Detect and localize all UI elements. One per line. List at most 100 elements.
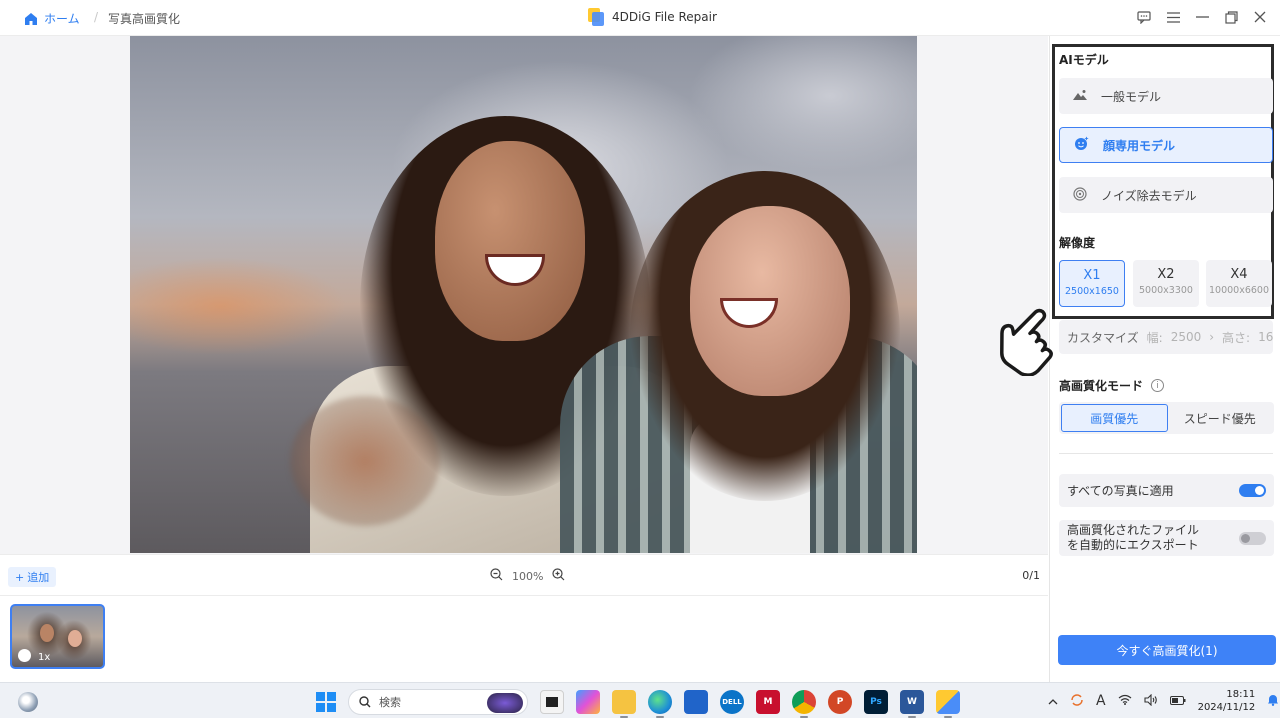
custom-label: カスタマイズ (1067, 330, 1139, 345)
chevron-up-icon[interactable] (1048, 694, 1058, 708)
resolution-x1-label: X1 (1083, 268, 1101, 283)
resolution-x1-size: 2500x1650 (1065, 286, 1119, 297)
mode-quality[interactable]: 画質優先 (1061, 404, 1168, 432)
resolution-x4[interactable]: X4 10000x6600 (1206, 260, 1272, 307)
feedback-icon[interactable] (1136, 9, 1152, 25)
chrome-icon[interactable] (792, 690, 816, 718)
system-tray: A 18:11 2024/11/12 (1048, 683, 1279, 718)
app-title-text: 4DDiG File Repair (612, 10, 717, 24)
minimize-icon[interactable] (1194, 9, 1210, 25)
width-input[interactable]: 2500 (1171, 330, 1202, 344)
resolution-x4-label: X4 (1230, 267, 1248, 282)
home-label: ホーム (44, 12, 80, 26)
search-icon (359, 696, 371, 708)
4ddig-taskbar-icon[interactable] (936, 690, 960, 718)
widgets-icon[interactable] (18, 692, 38, 712)
photo-thumbnail[interactable]: 1x (10, 604, 105, 669)
page-counter: 0/1 (1022, 569, 1040, 582)
preview-photo (130, 36, 917, 553)
copilot-icon[interactable] (576, 690, 600, 714)
resolution-x4-size: 10000x6600 (1208, 285, 1270, 296)
mode-speed[interactable]: スピード優先 (1168, 404, 1273, 432)
mode-selector: 画質優先 スピード優先 (1059, 402, 1274, 434)
auto-export-label: 高画質化されたファイル を自動的にエクスポート (1067, 523, 1199, 553)
menu-icon[interactable] (1165, 9, 1181, 25)
denoise-icon (1073, 186, 1087, 204)
battery-icon[interactable] (1169, 694, 1186, 708)
zoom-out-icon[interactable] (490, 568, 503, 584)
plus-icon: + (15, 570, 25, 584)
home-link[interactable]: ホーム (24, 10, 80, 27)
custom-size-row[interactable]: カスタマイズ 幅: 2500 › 高さ: 1650 (1059, 320, 1273, 354)
mcafee-icon[interactable]: M (756, 690, 780, 714)
model-denoise-label: ノイズ除去モデル (1101, 188, 1197, 203)
width-label: 幅: (1146, 330, 1163, 345)
model-face[interactable]: 顔専用モデル (1059, 127, 1273, 163)
ai-model-title: AIモデル (1059, 53, 1109, 67)
word-icon[interactable]: W (900, 690, 924, 718)
powerpoint-icon[interactable]: P (828, 690, 852, 714)
info-icon[interactable]: i (1151, 379, 1165, 392)
apply-all-label: すべての写真に適用 (1067, 484, 1174, 498)
breadcrumb: 写真高画質化 (108, 12, 181, 26)
mode-title-text: 高画質化モード (1059, 379, 1144, 393)
window-controls (1136, 9, 1268, 25)
search-highlight-icon (487, 693, 523, 713)
preview-canvas (0, 36, 1048, 554)
apply-all-option: すべての写真に適用 (1059, 474, 1274, 507)
landscape-icon (1073, 89, 1087, 104)
close-icon[interactable] (1252, 9, 1268, 25)
home-icon (24, 12, 38, 26)
task-view-icon[interactable] (540, 690, 564, 714)
resolution-x2-label: X2 (1157, 267, 1175, 282)
notification-bell-icon[interactable] (1267, 693, 1279, 709)
restore-icon[interactable] (1223, 9, 1239, 25)
windows-start-icon[interactable] (316, 692, 336, 712)
model-general-label: 一般モデル (1101, 89, 1162, 104)
auto-export-line2: を自動的にエクスポート (1067, 538, 1199, 552)
resolution-x2[interactable]: X2 5000x3300 (1133, 260, 1199, 307)
resolution-x1[interactable]: X1 2500x1650 (1059, 260, 1125, 307)
breadcrumb-separator: / (94, 10, 99, 24)
title-bar: ホーム / 写真高画質化 4DDiG File Repair (0, 0, 1280, 36)
app-logo-icon (588, 8, 604, 26)
taskbar-search[interactable]: 検索 (348, 689, 528, 715)
zoom-in-icon[interactable] (552, 568, 565, 584)
clock[interactable]: 18:11 2024/11/12 (1198, 688, 1256, 714)
model-face-label: 顔専用モデル (1103, 138, 1176, 153)
file-explorer-icon[interactable] (612, 690, 636, 718)
auto-export-toggle[interactable] (1239, 532, 1266, 545)
thumbnail-scale: 1x (38, 652, 51, 663)
model-general[interactable]: 一般モデル (1059, 78, 1273, 114)
divider (1059, 453, 1273, 454)
resolution-x2-size: 5000x3300 (1139, 285, 1193, 296)
pointing-hand-icon (996, 304, 1062, 380)
photoshop-icon[interactable]: Ps (864, 690, 888, 714)
sync-icon[interactable] (1070, 693, 1084, 710)
apply-all-toggle[interactable] (1239, 484, 1266, 497)
face-model-icon (18, 649, 31, 662)
zoom-controls: 100% (490, 568, 565, 584)
dell-icon[interactable]: DELL (720, 690, 744, 714)
search-placeholder: 検索 (379, 696, 401, 709)
edge-icon[interactable] (648, 690, 672, 718)
height-input[interactable]: 1650 (1258, 330, 1273, 344)
app-title: 4DDiG File Repair (588, 8, 717, 26)
height-label: 高さ: (1222, 330, 1251, 345)
taskbar: 検索 DELL M P Ps W A 18:11 2024/11/12 (0, 682, 1280, 718)
auto-export-option: 高画質化されたファイル を自動的にエクスポート (1059, 520, 1274, 556)
clock-date: 2024/11/12 (1197, 702, 1256, 713)
resolution-title: 解像度 (1059, 236, 1096, 250)
clock-time: 18:11 (1226, 689, 1256, 700)
zoom-level: 100% (512, 569, 544, 583)
add-label: 追加 (27, 571, 50, 584)
store-icon[interactable] (684, 690, 708, 714)
ime-icon[interactable]: A (1096, 693, 1106, 709)
mode-title: 高画質化モード i (1059, 377, 1165, 394)
wifi-icon[interactable] (1118, 694, 1132, 708)
enhance-now-button[interactable]: 今すぐ高画質化(1) (1058, 635, 1276, 665)
add-button[interactable]: + 追加 (8, 567, 57, 587)
model-denoise[interactable]: ノイズ除去モデル (1059, 177, 1273, 213)
volume-icon[interactable] (1144, 693, 1158, 709)
face-icon (1074, 136, 1089, 154)
